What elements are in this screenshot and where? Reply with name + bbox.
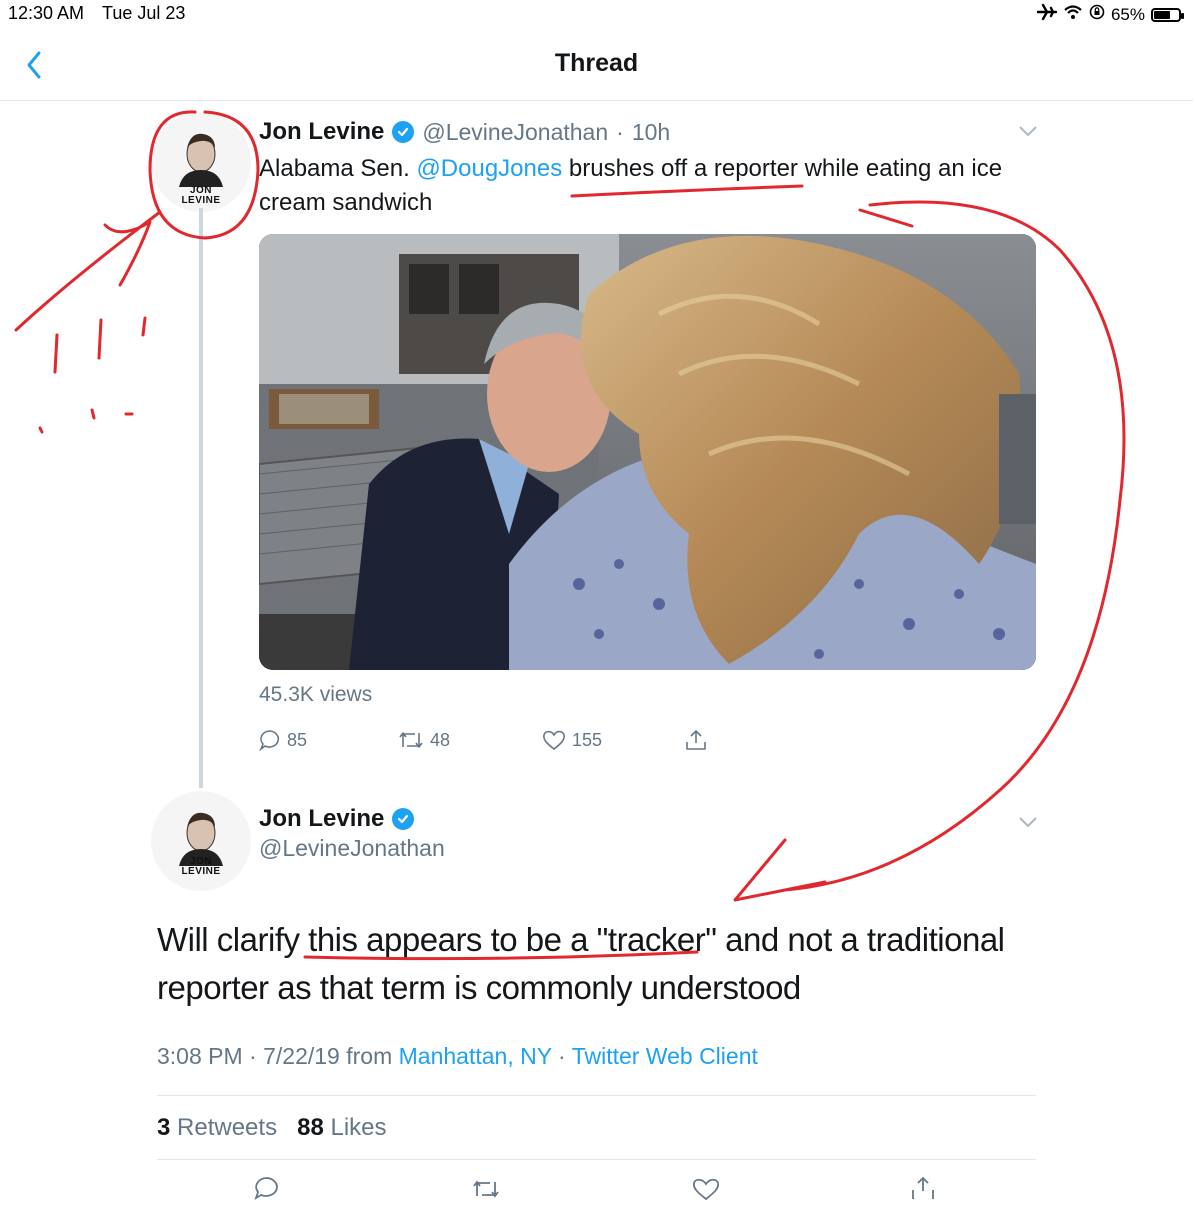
retweets-label: Retweets bbox=[177, 1114, 278, 1141]
tweet-header: Jon Levine bbox=[259, 805, 415, 833]
chevron-down-icon bbox=[1019, 126, 1037, 137]
retweets-count: 3 bbox=[157, 1114, 171, 1141]
share-button[interactable] bbox=[684, 728, 708, 752]
reply-button[interactable]: 85 bbox=[259, 729, 307, 751]
battery-level bbox=[1154, 10, 1170, 19]
avatar-text-last: LEVINE bbox=[181, 195, 221, 206]
airplane-icon bbox=[1036, 3, 1058, 26]
main-tweet-text: Will clarify this appears to be a "track… bbox=[157, 921, 1005, 1006]
tweet-header: Jon Levine @LevineJonathan · 10h bbox=[259, 118, 670, 146]
like-button[interactable] bbox=[692, 1177, 720, 1206]
verified-badge-icon bbox=[392, 808, 415, 830]
like-count: 155 bbox=[572, 729, 603, 750]
status-date: Tue Jul 23 bbox=[102, 3, 186, 23]
battery-percent: 65% bbox=[1110, 4, 1145, 24]
reply-count: 85 bbox=[287, 729, 308, 750]
avatar[interactable]: JON LEVINE bbox=[151, 791, 251, 891]
status-time: 12:30 AM bbox=[8, 3, 85, 23]
author-name[interactable]: Jon Levine bbox=[259, 805, 384, 833]
retweet-button[interactable]: 48 bbox=[398, 729, 450, 751]
tweet-text-part1: Alabama Sen. bbox=[259, 155, 417, 182]
wifi-icon bbox=[1063, 4, 1083, 25]
verified-badge-icon bbox=[392, 121, 415, 143]
location-link[interactable]: Manhattan, NY bbox=[399, 1043, 552, 1069]
orientation-lock-icon bbox=[1089, 4, 1105, 25]
client-link[interactable]: Twitter Web Client bbox=[572, 1043, 758, 1069]
avatar[interactable]: JON LEVINE bbox=[151, 112, 251, 212]
tweet-menu-button[interactable] bbox=[1018, 815, 1038, 834]
status-indicators: 65% bbox=[1036, 3, 1184, 26]
author-handle[interactable]: @LevineJonathan bbox=[422, 119, 608, 146]
heart-icon bbox=[543, 730, 565, 751]
mention-link[interactable]: @DougJones bbox=[416, 155, 562, 182]
share-button[interactable] bbox=[910, 1175, 936, 1205]
tweet-time[interactable]: 10h bbox=[632, 119, 670, 146]
share-icon bbox=[912, 1176, 934, 1199]
avatar-text-last: LEVINE bbox=[181, 866, 221, 877]
nav-divider bbox=[0, 100, 1193, 101]
chevron-down-icon bbox=[1019, 817, 1037, 828]
likes-stat[interactable]: 88 Likes bbox=[297, 1114, 386, 1141]
view-count: 45.3K views bbox=[259, 683, 373, 706]
thread-connector bbox=[199, 208, 203, 788]
retweet-button[interactable] bbox=[471, 1178, 501, 1205]
retweet-icon bbox=[399, 732, 423, 748]
separator-dot: · bbox=[558, 1043, 566, 1069]
reply-icon bbox=[259, 730, 280, 751]
page-title: Thread bbox=[554, 49, 639, 77]
author-handle[interactable]: @LevineJonathan bbox=[259, 835, 445, 862]
arrow-to-avatar-annotation bbox=[14, 210, 162, 332]
engagement-stats: 3 Retweets 88 Likes bbox=[157, 1114, 387, 1142]
likes-count: 88 bbox=[297, 1114, 324, 1141]
author-name[interactable]: Jon Levine bbox=[259, 118, 384, 146]
like-button[interactable]: 155 bbox=[542, 729, 602, 751]
separator-dot: · bbox=[616, 118, 624, 145]
tweet-timestamp: 3:08 PM · 7/22/19 bbox=[157, 1043, 340, 1069]
tick-marks-annotation bbox=[38, 316, 147, 434]
tweet-text: Alabama Sen. @DougJones brushes off a re… bbox=[259, 152, 1039, 220]
divider bbox=[157, 1095, 1036, 1096]
tweet-menu-button[interactable] bbox=[1018, 124, 1038, 143]
video-player[interactable] bbox=[259, 234, 1036, 670]
video-thumbnail bbox=[259, 234, 1036, 670]
share-icon bbox=[686, 730, 706, 750]
reply-button[interactable] bbox=[254, 1176, 280, 1205]
tweet-metadata: 3:08 PM · 7/22/19 from Manhattan, NY · T… bbox=[157, 1043, 758, 1070]
from-label: from bbox=[346, 1043, 393, 1069]
reply-icon bbox=[254, 1177, 278, 1201]
retweet-count: 48 bbox=[430, 729, 451, 750]
retweet-icon bbox=[473, 1180, 499, 1198]
battery-icon bbox=[1151, 7, 1184, 22]
likes-label: Likes bbox=[330, 1114, 387, 1141]
heart-icon bbox=[692, 1178, 720, 1201]
retweets-stat[interactable]: 3 Retweets bbox=[157, 1114, 277, 1141]
divider bbox=[157, 1159, 1036, 1160]
